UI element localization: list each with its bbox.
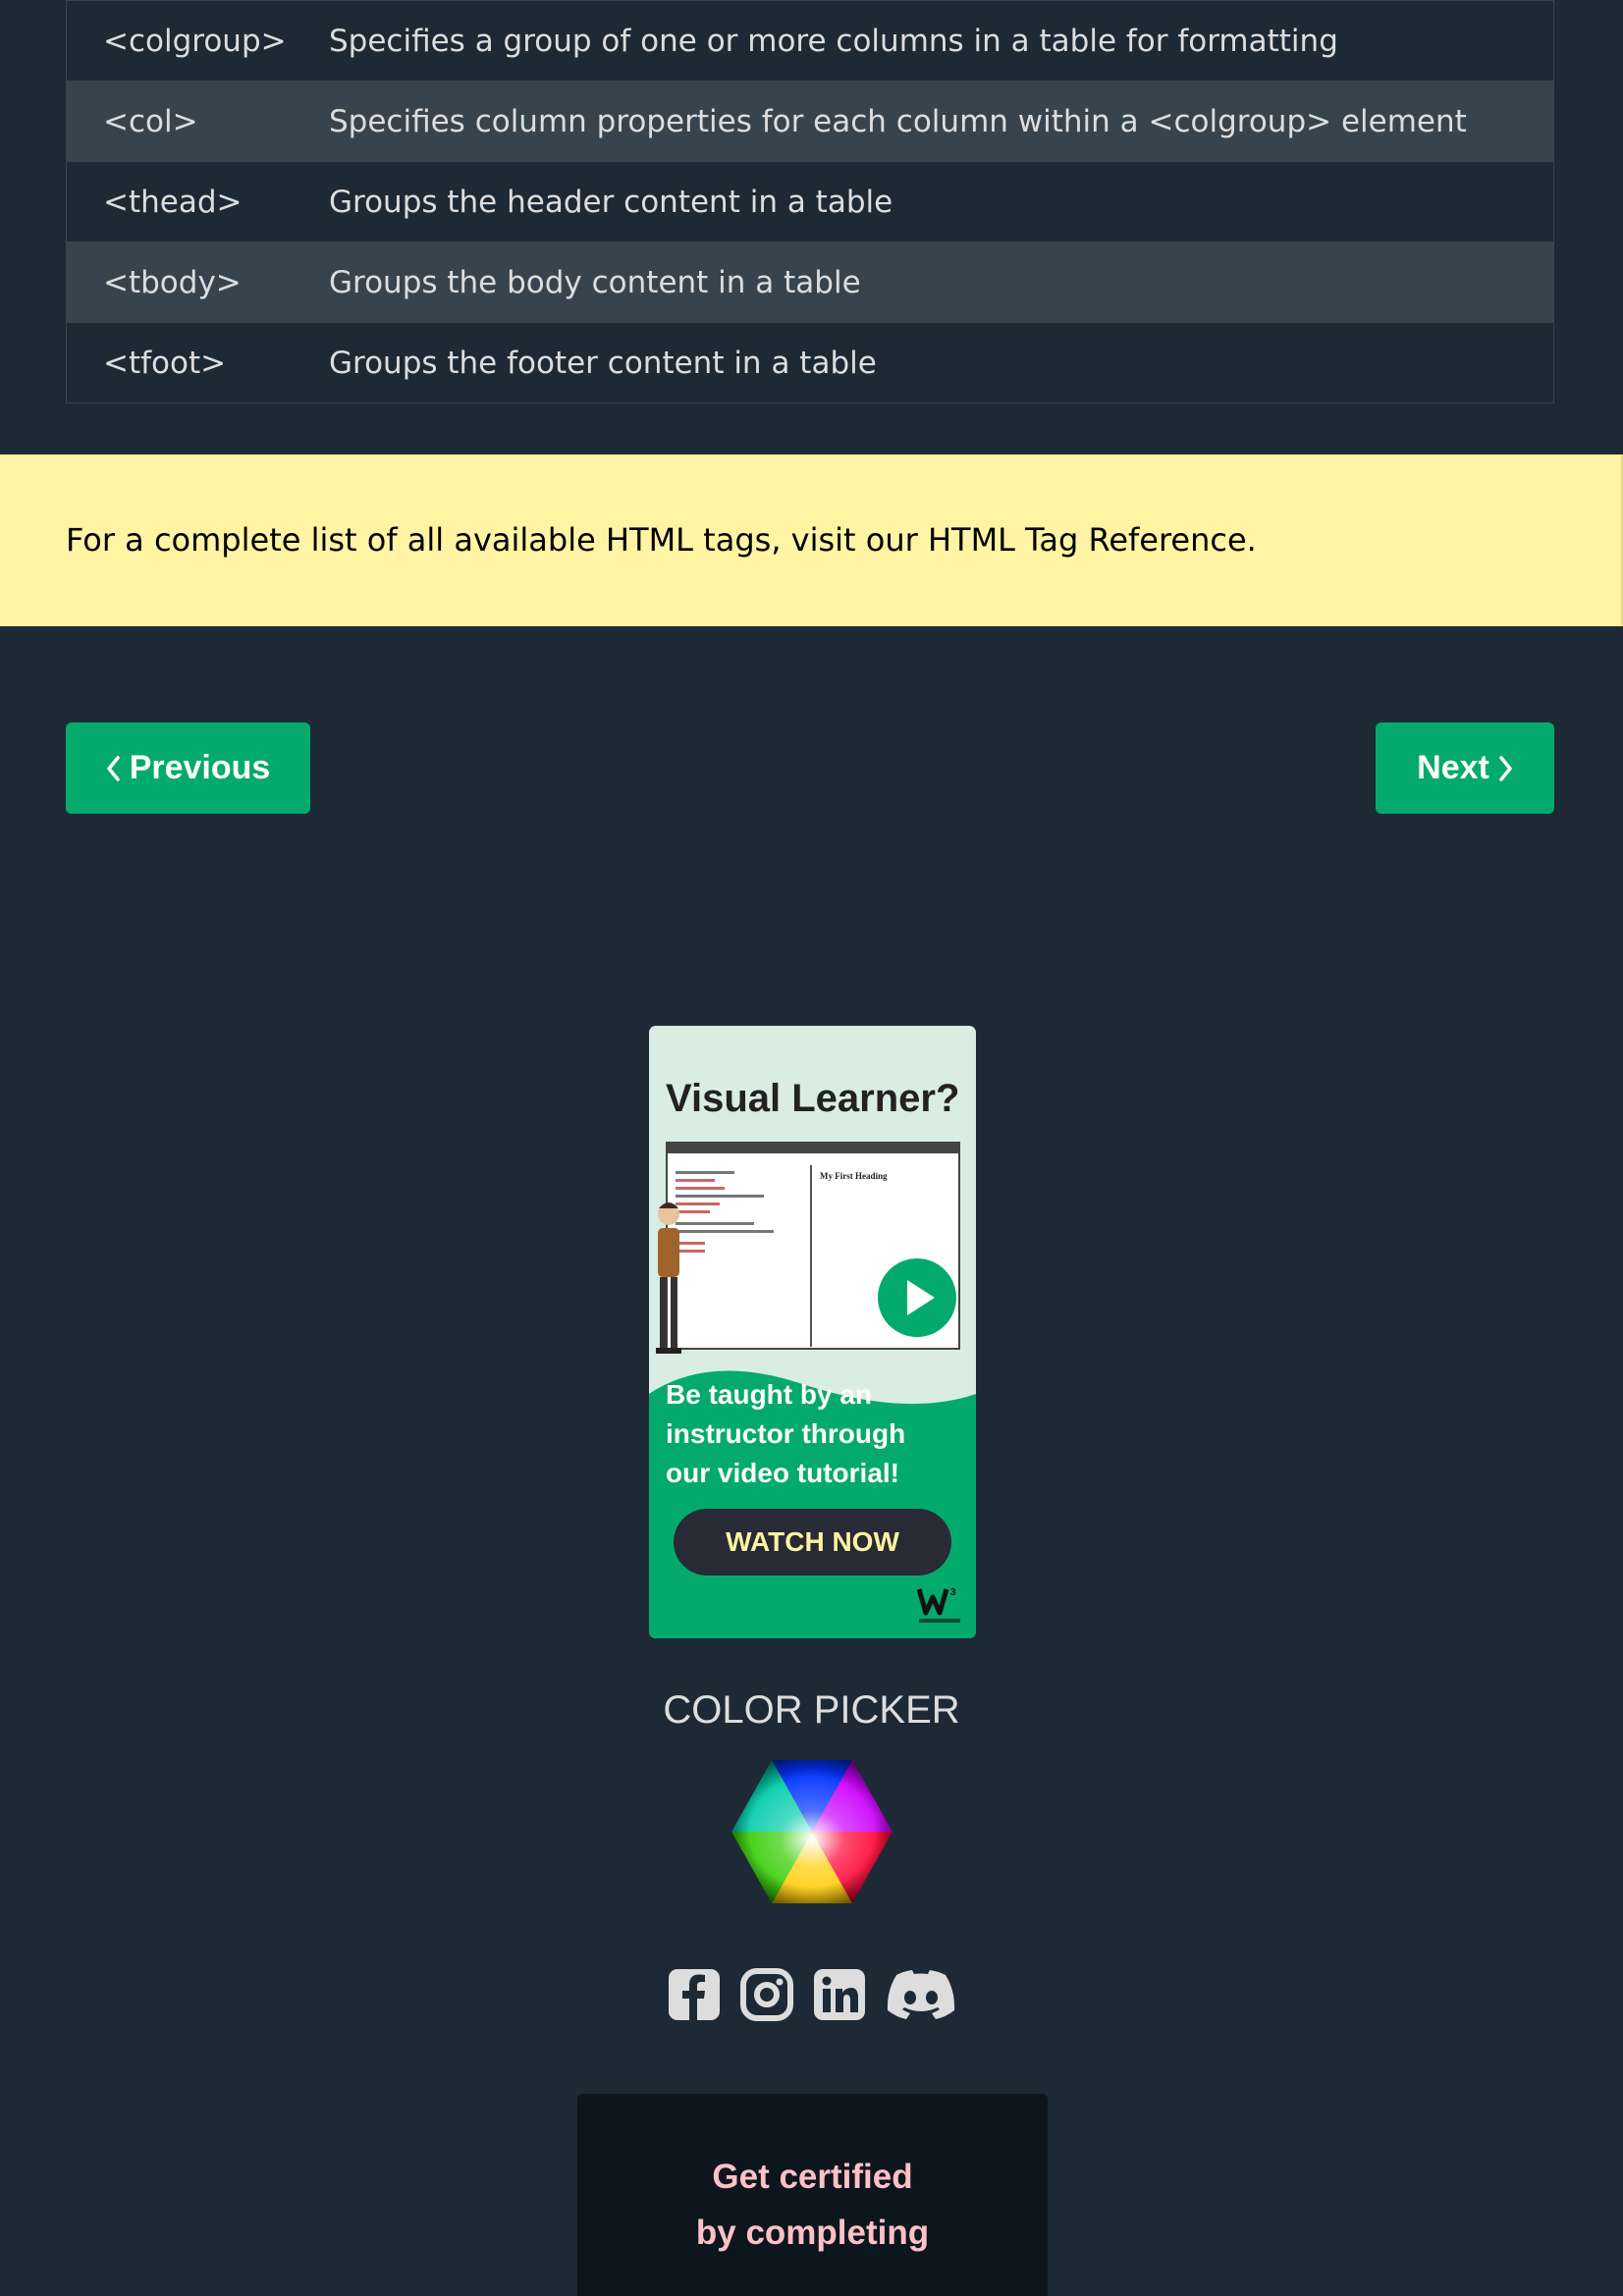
color-picker-title: COLOR PICKER <box>663 1688 960 1732</box>
description-cell: Groups the body content in a table <box>329 241 1554 323</box>
description-cell: Groups the header content in a table <box>329 161 1554 242</box>
ad-screen-heading: My First Heading <box>820 1171 888 1181</box>
description-cell: Specifies a group of one or more columns… <box>329 0 1554 81</box>
description-cell: Groups the footer content in a table <box>329 322 1554 403</box>
tag-table: <colgroup> Specifies a group of one or m… <box>66 0 1554 403</box>
table-row: <thead> Groups the header content in a t… <box>66 161 1554 242</box>
chevron-right-icon <box>1499 755 1512 781</box>
tag-cell: <col> <box>66 80 329 162</box>
get-certified-text: Get certified by completing <box>695 2158 930 2252</box>
next-button-label: Next <box>1417 749 1489 786</box>
note-panel: For a complete list of all available HTM… <box>0 454 1623 626</box>
w3schools-logo-icon: 3 <box>917 1587 960 1623</box>
color-picker-hexagon-icon[interactable] <box>731 1760 893 1903</box>
instructor-figure <box>656 1202 681 1354</box>
facebook-icon[interactable] <box>667 1967 722 2022</box>
page: <colgroup> Specifies a group of one or m… <box>0 0 1623 2296</box>
ad-subtitle: Be taught by an instructor through our v… <box>666 1379 906 1488</box>
get-certified-box[interactable]: Get certified by completing <box>577 2094 1048 2296</box>
instagram-icon[interactable] <box>739 1967 794 2022</box>
discord-icon[interactable] <box>885 1967 957 2022</box>
ad-title: Visual Learner? <box>666 1077 960 1120</box>
play-icon <box>878 1258 956 1337</box>
tag-cell: <colgroup> <box>66 0 329 81</box>
svg-text:3: 3 <box>950 1587 956 1598</box>
previous-button-label: Previous <box>129 749 271 786</box>
next-button[interactable]: Next <box>1376 722 1554 814</box>
previous-button[interactable]: Previous <box>66 722 310 814</box>
table-row: <tbody> Groups the body content in a tab… <box>66 241 1554 323</box>
note-text: For a complete list of all available HTM… <box>66 521 1257 559</box>
linkedin-icon[interactable] <box>812 1967 867 2022</box>
video-tutorial-ad[interactable]: Visual Learner? My First Heading Be taug… <box>649 1026 976 1638</box>
description-cell: Specifies column properties for each col… <box>329 80 1554 162</box>
tag-cell: <tbody> <box>66 241 329 323</box>
tag-cell: <tfoot> <box>66 322 329 403</box>
table-row: <tfoot> Groups the footer content in a t… <box>66 322 1554 403</box>
table-row: <col> Specifies column properties for ea… <box>66 80 1554 162</box>
watch-now-button[interactable]: WATCH NOW <box>674 1509 951 1575</box>
social-links <box>0 1967 1623 2022</box>
table-row: <colgroup> Specifies a group of one or m… <box>66 0 1554 81</box>
tag-cell: <thead> <box>66 161 329 242</box>
chevron-left-icon <box>106 755 120 781</box>
